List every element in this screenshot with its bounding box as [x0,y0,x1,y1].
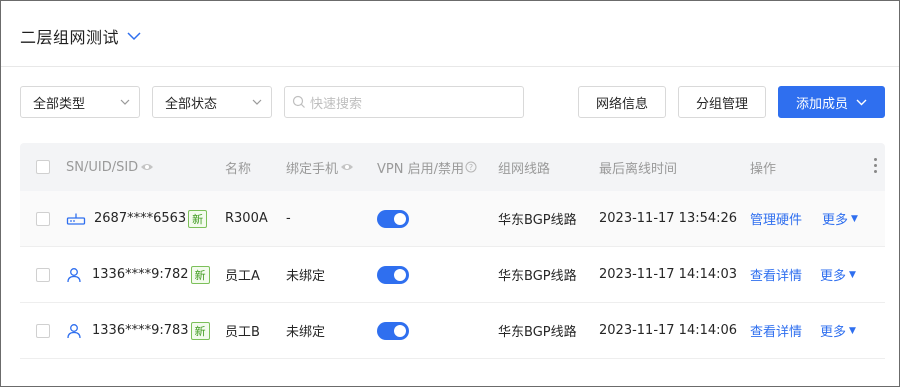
more-vertical-icon[interactable] [874,158,877,173]
line-cell: 华东BGP线路 [498,269,577,284]
user-icon [66,323,82,339]
vpn-toggle[interactable] [377,265,409,284]
phone-cell: - [286,211,291,226]
column-header-actions: 操作 [750,161,777,177]
members-table: SN/UID/SID 名称 绑定手机 VPN 启用/禁用 ? 组网线路 最后离线… [20,143,885,359]
name-cell: 员工A [225,269,260,284]
type-filter-select[interactable]: 全部类型 [20,86,140,118]
type-filter-value: 全部类型 [33,96,86,112]
column-header-sn: SN/UID/SID [66,143,154,191]
more-dropdown[interactable]: 更多 ▼ [822,209,858,228]
vpn-toggle[interactable] [377,209,409,228]
caret-down-icon: ▼ [849,325,856,336]
eye-icon[interactable] [340,162,354,172]
app-window: 二层组网测试 全部类型 全部状态 快速搜索 网络信息 分组管理 添加成员 SN/… [0,0,900,387]
more-label: 更多 [820,269,847,284]
column-header-line: 组网线路 [498,161,551,177]
line-cell: 华东BGP线路 [498,213,577,228]
row-checkbox[interactable] [36,323,50,338]
phone-cell: 未绑定 [286,269,326,284]
table-row: 1336****9:783 新 员工B 未绑定 华东BGP线路 2023-11-… [20,303,885,359]
line-cell: 华东BGP线路 [498,325,577,340]
page-header: 二层组网测试 [1,1,899,67]
table-header: SN/UID/SID 名称 绑定手机 VPN 启用/禁用 ? 组网线路 最后离线… [20,143,885,191]
new-badge: 新 [188,209,208,228]
name-cell: R300A [225,211,268,226]
new-badge: 新 [190,321,210,340]
device-id: 1336****9:782 [92,267,189,282]
more-label: 更多 [820,325,847,340]
view-details-link[interactable]: 查看详情 [750,265,802,284]
vpn-toggle[interactable] [377,321,409,340]
sn-cell: 2687****6563 新 [66,191,208,246]
last-offline-cell: 2023-11-17 14:14:03 [599,267,738,282]
select-all-checkbox[interactable] [36,160,50,174]
device-id: 1336****9:783 [92,323,189,338]
row-checkbox[interactable] [36,211,50,226]
network-info-button[interactable]: 网络信息 [578,86,666,118]
chevron-down-icon [127,31,141,41]
name-cell: 员工B [225,325,260,340]
column-header-vpn: VPN 启用/禁用 ? [377,143,477,191]
add-member-label: 添加成员 [795,96,848,112]
new-badge: 新 [190,265,210,284]
group-manage-button[interactable]: 分组管理 [678,86,766,118]
table-row: 1336****9:782 新 员工A 未绑定 华东BGP线路 2023-11-… [20,247,885,303]
group-manage-label: 分组管理 [695,96,748,112]
network-title-dropdown[interactable]: 二层组网测试 [20,24,141,48]
phone-cell: 未绑定 [286,325,326,340]
column-header-sn-label: SN/UID/SID [66,159,139,175]
page-title: 二层组网测试 [20,28,120,47]
search-icon [292,95,306,109]
chevron-down-icon [856,99,867,106]
status-filter-value: 全部状态 [165,96,218,112]
column-header-phone-label: 绑定手机 [286,161,339,177]
more-label: 更多 [822,213,849,228]
column-header-last-offline: 最后离线时间 [599,161,678,177]
more-dropdown[interactable]: 更多 ▼ [820,265,856,284]
column-header-phone: 绑定手机 [286,143,354,191]
manage-hardware-link[interactable]: 管理硬件 [750,209,802,228]
sn-cell: 1336****9:783 新 [66,303,210,358]
caret-down-icon: ▼ [851,213,858,224]
last-offline-cell: 2023-11-17 14:14:06 [599,323,738,338]
table-row: 2687****6563 新 R300A - 华东BGP线路 2023-11-1… [20,191,885,247]
router-icon [66,212,86,226]
row-checkbox[interactable] [36,267,50,282]
caret-down-icon: ▼ [849,269,856,280]
last-offline-cell: 2023-11-17 13:54:26 [599,211,738,226]
search-input[interactable]: 快速搜索 [284,86,524,118]
more-dropdown[interactable]: 更多 ▼ [820,321,856,340]
column-header-name: 名称 [225,161,252,177]
device-id: 2687****6563 [94,211,187,226]
chevron-down-icon [119,96,131,108]
select-all-cell [36,143,50,191]
chevron-down-icon [251,96,263,108]
sn-cell: 1336****9:782 新 [66,247,210,302]
user-icon [66,267,82,283]
status-filter-select[interactable]: 全部状态 [152,86,272,118]
eye-icon[interactable] [140,162,154,172]
add-member-button[interactable]: 添加成员 [778,86,885,118]
view-details-link[interactable]: 查看详情 [750,321,802,340]
svg-text:?: ? [469,163,473,172]
network-info-label: 网络信息 [595,96,648,112]
column-header-vpn-label: VPN 启用/禁用 [377,161,464,177]
toolbar: 全部类型 全部状态 快速搜索 网络信息 分组管理 添加成员 [1,86,899,118]
help-icon[interactable]: ? [465,161,477,173]
search-placeholder: 快速搜索 [310,96,363,112]
